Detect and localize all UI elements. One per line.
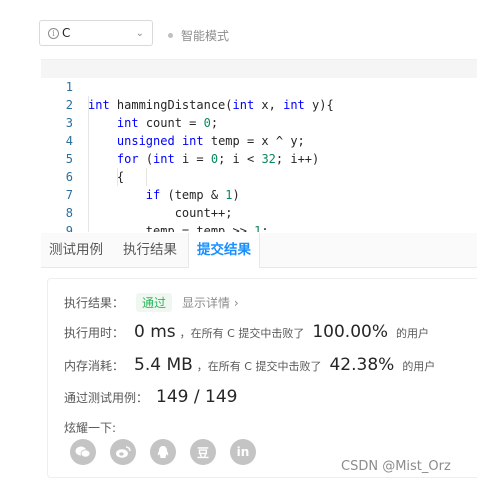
weibo-icon[interactable] bbox=[110, 439, 136, 465]
result-tabs: 测试用例 执行结果 提交结果 bbox=[41, 233, 477, 268]
code-line[interactable]: 5 { bbox=[41, 132, 477, 184]
qq-icon[interactable] bbox=[150, 439, 176, 465]
tab-test-cases[interactable]: 测试用例 bbox=[49, 233, 103, 267]
code-line[interactable]: 2 int count = 0; bbox=[41, 78, 477, 130]
tab-run-result[interactable]: 执行结果 bbox=[123, 233, 177, 267]
share-row: 炫耀一下: bbox=[64, 419, 116, 436]
runtime-beat-text: ，在所有 C 提交中击败了 bbox=[179, 327, 305, 340]
linkedin-icon[interactable]: in bbox=[230, 439, 256, 465]
smart-mode-toggle[interactable]: 智能模式 bbox=[168, 27, 229, 44]
memory-suffix: 的用户 bbox=[402, 360, 436, 373]
runtime-suffix: 的用户 bbox=[395, 327, 429, 340]
memory-percent: 42.38% bbox=[329, 355, 395, 375]
show-details-link[interactable]: 显示详情 › bbox=[182, 294, 239, 311]
memory-value: 5.4 MB bbox=[134, 355, 193, 375]
runtime-percent: 100.00% bbox=[312, 322, 388, 342]
status-label: 执行结果： bbox=[64, 296, 125, 310]
code-editor[interactable]: 1 int hammingDistance(int x, int y){ 2 i… bbox=[41, 59, 477, 232]
watermark: CSDN @Mist_Orz bbox=[341, 459, 451, 474]
code-line[interactable]: 3 unsigned int temp = x ^ y; bbox=[41, 96, 477, 148]
chevron-down-icon: ⌄ bbox=[135, 27, 144, 39]
tests-value: 149 / 149 bbox=[156, 387, 238, 407]
runtime-row: 执行用时： 0 ms ，在所有 C 提交中击败了 100.00% 的用户 bbox=[64, 322, 429, 342]
douban-icon[interactable]: 豆 bbox=[190, 439, 216, 465]
code-line[interactable]: 4 for (int i = 0; i < 32; i++) bbox=[41, 114, 477, 166]
memory-row: 内存消耗： 5.4 MB ，在所有 C 提交中击败了 42.38% 的用户 bbox=[64, 355, 435, 375]
code-line[interactable]: 7 count++; bbox=[41, 168, 477, 220]
share-icons: 豆 in bbox=[70, 439, 270, 465]
code-line[interactable]: 9 } bbox=[41, 204, 477, 232]
smart-mode-label: 智能模式 bbox=[181, 29, 230, 43]
tests-label: 通过测试用例： bbox=[64, 391, 149, 405]
status-dot-icon bbox=[168, 33, 173, 38]
code-line[interactable]: 1 int hammingDistance(int x, int y){ bbox=[41, 60, 477, 112]
language-value: C bbox=[62, 26, 71, 40]
runtime-value: 0 ms bbox=[134, 322, 176, 342]
status-badge: 通过 bbox=[136, 293, 173, 312]
submission-result-panel: 执行结果： 通过 显示详情 › 执行用时： 0 ms ，在所有 C 提交中击败了… bbox=[47, 278, 477, 478]
info-icon: i bbox=[48, 27, 59, 39]
tab-submission-result[interactable]: 提交结果 bbox=[188, 233, 260, 268]
tests-row: 通过测试用例： 149 / 149 bbox=[64, 387, 237, 407]
code-line[interactable]: 6 if (temp & 1) bbox=[41, 150, 477, 202]
language-select[interactable]: i C ⌄ bbox=[39, 20, 153, 46]
memory-beat-text: ，在所有 C 提交中击败了 bbox=[196, 360, 322, 373]
code-line[interactable]: 8 temp = temp >> 1; bbox=[41, 186, 477, 232]
code-line[interactable]: 10 return count; bbox=[41, 222, 477, 232]
status-row: 执行结果： 通过 显示详情 › bbox=[64, 293, 239, 312]
runtime-label: 执行用时： bbox=[64, 326, 125, 340]
wechat-icon[interactable] bbox=[70, 439, 96, 465]
memory-label: 内存消耗： bbox=[64, 359, 125, 373]
share-label: 炫耀一下: bbox=[64, 421, 117, 435]
